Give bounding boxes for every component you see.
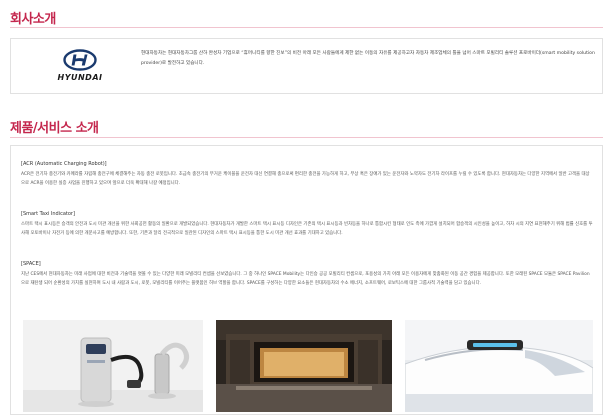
- hyundai-wordmark: HYUNDAI: [57, 73, 103, 82]
- product-item-space: [SPACE] 지난 CES에서 현대자동차는 미래 사업에 대한 비전과 기술…: [21, 260, 593, 288]
- acr-robot-photo: [23, 320, 203, 412]
- space-pavilion-image: [216, 320, 392, 412]
- company-heading-divider: [10, 27, 603, 28]
- product-title: [Smart Taxi Indicator]: [21, 211, 75, 217]
- space-pavilion-photo: [216, 320, 392, 412]
- company-description: 현대자동차는 현대자동차그룹 산하 완성차 기업으로 “휴머니티를 향한 진보”…: [141, 51, 595, 66]
- smart-taxi-photo: [405, 320, 593, 412]
- company-heading: 회사소개: [10, 12, 56, 27]
- product-title: [ACR (Automatic Charging Robot)]: [21, 161, 107, 167]
- hyundai-logo-icon: [63, 49, 97, 71]
- product-title: [SPACE]: [21, 261, 41, 267]
- product-item-smart-taxi: [Smart Taxi Indicator] 스마트 택시 표시등은 승객의 안…: [21, 210, 593, 238]
- product-description: ACR은 전기차 충전기와 카메라를 자립해 충전구에 체결해주는 자동 충전 …: [21, 172, 590, 187]
- acr-robot-image: [23, 320, 203, 412]
- products-heading: 제품/서비스 소개: [10, 121, 99, 136]
- products-heading-divider: [10, 137, 603, 138]
- hyundai-logo: HYUNDAI: [53, 49, 107, 85]
- product-item-acr: [ACR (Automatic Charging Robot)] ACR은 전기…: [21, 160, 593, 188]
- product-description: 지난 CES에서 현대자동차는 미래 사업에 대한 비전과 기술력을 엿볼 수 …: [21, 272, 590, 287]
- product-description: 스마트 택시 표시등은 승객의 안전과 도시 미관 개선을 위한 사회공헌 활동…: [21, 222, 593, 237]
- products-box: [ACR (Automatic Charging Robot)] ACR은 전기…: [10, 145, 603, 415]
- company-intro-box: HYUNDAI 현대자동차는 현대자동차그룹 산하 완성차 기업으로 “휴머니티…: [10, 38, 603, 94]
- smart-taxi-image: [405, 320, 593, 412]
